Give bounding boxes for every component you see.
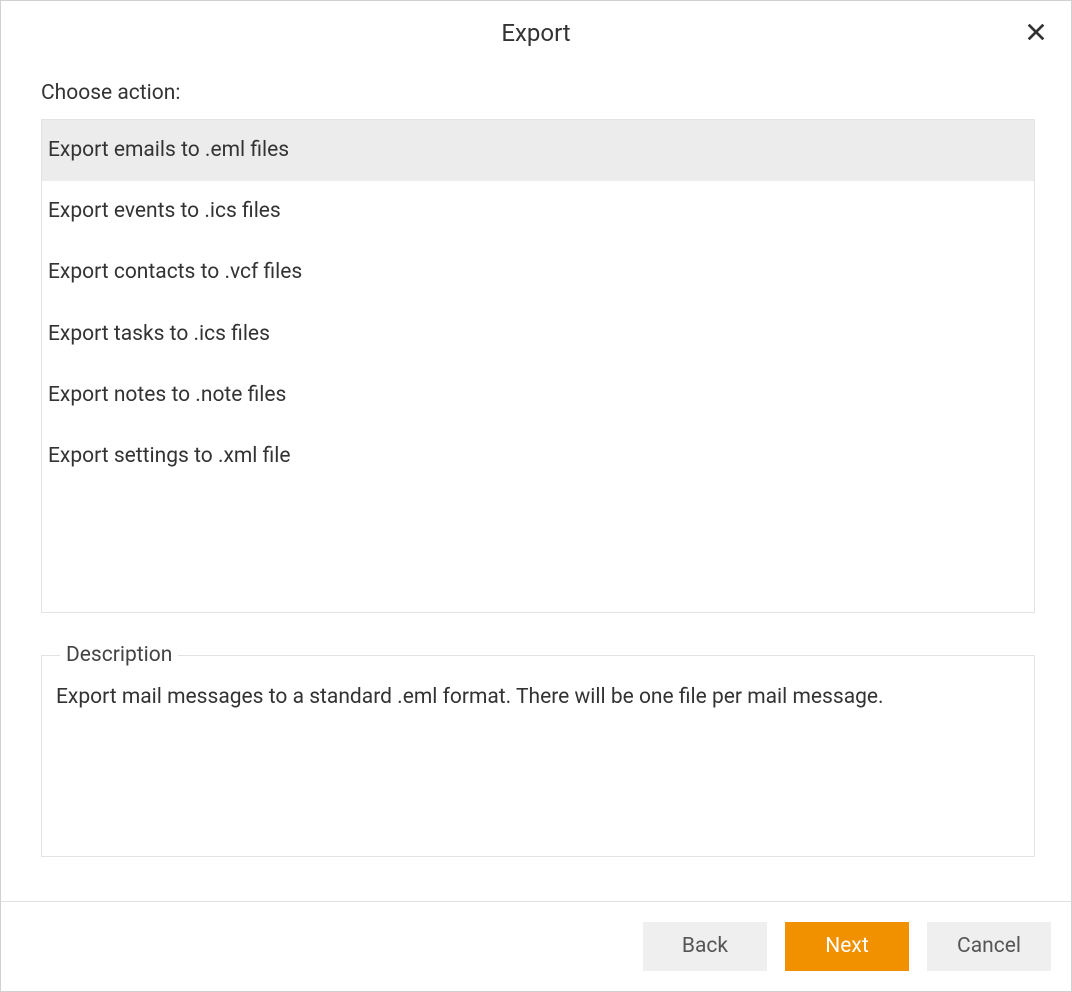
next-button[interactable]: Next: [785, 922, 909, 971]
action-item-export-events[interactable]: Export events to .ics files: [42, 181, 1034, 242]
close-icon: [1025, 31, 1047, 46]
description-box: Description Export mail messages to a st…: [41, 643, 1035, 857]
close-button[interactable]: [1021, 17, 1051, 50]
cancel-button[interactable]: Cancel: [927, 922, 1051, 971]
choose-action-label: Choose action:: [41, 81, 1035, 105]
dialog-body: Choose action: Export emails to .eml fil…: [1, 57, 1071, 901]
action-list: Export emails to .eml files Export event…: [41, 119, 1035, 613]
dialog-title: Export: [1, 19, 1071, 47]
export-dialog: Export Choose action: Export emails to .…: [0, 0, 1072, 992]
action-item-export-emails[interactable]: Export emails to .eml files: [42, 120, 1034, 181]
dialog-footer: Back Next Cancel: [1, 901, 1071, 991]
action-item-export-contacts[interactable]: Export contacts to .vcf files: [42, 242, 1034, 303]
description-legend: Description: [60, 643, 178, 667]
action-item-export-tasks[interactable]: Export tasks to .ics files: [42, 304, 1034, 365]
dialog-header: Export: [1, 1, 1071, 57]
action-item-export-settings[interactable]: Export settings to .xml file: [42, 426, 1034, 487]
back-button[interactable]: Back: [643, 922, 767, 971]
action-item-export-notes[interactable]: Export notes to .note files: [42, 365, 1034, 426]
description-text: Export mail messages to a standard .eml …: [56, 683, 1020, 711]
